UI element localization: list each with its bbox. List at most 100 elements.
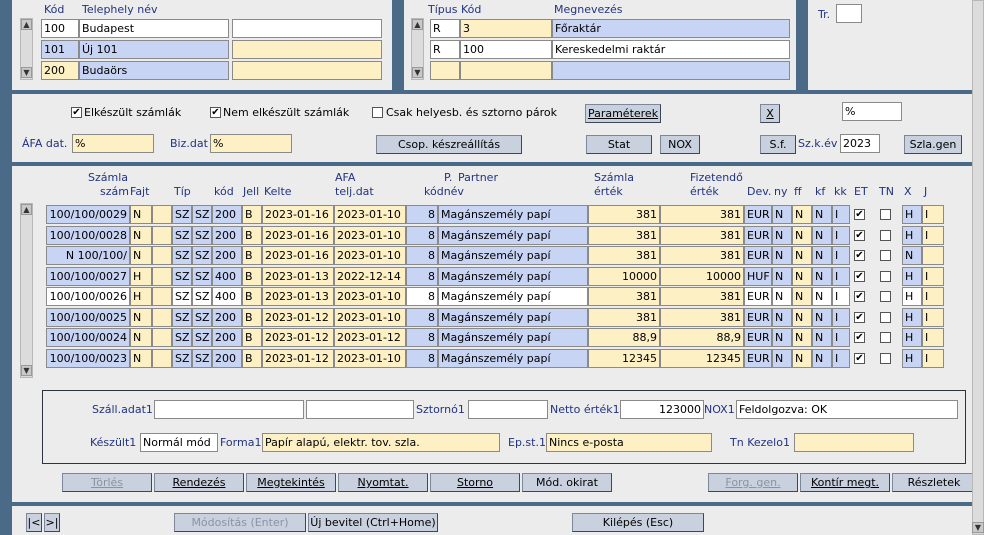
cell-j[interactable]: I	[922, 348, 944, 368]
szk-ev-input[interactable]: 2023	[840, 134, 880, 153]
site-extra-cell[interactable]	[232, 19, 382, 38]
cell-ertek[interactable]: 381	[588, 287, 660, 306]
nox-detail-value[interactable]: Feldolgozva: OK	[736, 400, 958, 419]
tn-checkbox[interactable]	[880, 332, 891, 343]
grid-scrollbar[interactable]	[20, 203, 33, 378]
cell-dev[interactable]: EUR	[744, 307, 772, 327]
cell-j[interactable]	[922, 246, 944, 265]
cell-p[interactable]: 8	[406, 328, 438, 347]
cell-ff[interactable]: N	[792, 287, 812, 306]
cell-kf[interactable]: N	[812, 348, 832, 368]
chevron-down-icon[interactable]: ▼	[412, 67, 423, 78]
cell-szam[interactable]: 100/100/0028	[46, 225, 130, 245]
cell-kk[interactable]: I	[832, 328, 850, 347]
cell-ff[interactable]: N	[792, 246, 812, 265]
cell-sz[interactable]: SZ	[192, 348, 212, 368]
cell-fajt[interactable]: H	[130, 266, 152, 286]
sztorno-input[interactable]	[468, 400, 548, 419]
kilepes-button[interactable]: Kilépés (Esc)	[572, 513, 704, 532]
cell-tip[interactable]: SZ	[172, 266, 192, 286]
cell-p[interactable]: 8	[406, 348, 438, 368]
cell-kod[interactable]: 200	[212, 348, 242, 368]
site-code-cell[interactable]: 100	[41, 19, 79, 38]
cell-telj[interactable]: 2023-01-10	[334, 225, 406, 245]
cell-j[interactable]: I	[922, 225, 944, 245]
cell-partner[interactable]: Magánszemély papí	[438, 205, 588, 224]
chevron-up-icon[interactable]: ▲	[21, 19, 32, 30]
et-checkbox[interactable]: ✔	[854, 291, 865, 302]
site-code-cell[interactable]: 200	[41, 61, 79, 80]
et-checkbox[interactable]: ✔	[854, 229, 865, 241]
netto-value[interactable]: 123000	[620, 400, 704, 419]
cell-ff[interactable]: N	[792, 266, 812, 286]
cell-fajt[interactable]: N	[130, 348, 152, 368]
cell-ertek[interactable]: 381	[588, 307, 660, 327]
cell-tip[interactable]: SZ	[172, 205, 192, 224]
cell-x[interactable]: H	[902, 225, 922, 245]
cell-f2[interactable]	[152, 328, 172, 347]
cell-ny[interactable]: N	[772, 246, 792, 265]
nox-button[interactable]: NOX	[660, 135, 700, 154]
cell-kod[interactable]: 200	[212, 307, 242, 327]
cell-ff[interactable]: N	[792, 205, 812, 224]
site-name-cell[interactable]: Budapest	[79, 19, 229, 38]
forg-gen-button[interactable]: Forg. gen.	[708, 473, 798, 492]
cell-ny[interactable]: N	[772, 205, 792, 224]
first-record-button[interactable]: |<	[26, 513, 42, 532]
cell-kf[interactable]: N	[812, 246, 832, 265]
modositas-button[interactable]: Módosítás (Enter)	[174, 513, 306, 532]
cell-dev[interactable]: EUR	[744, 225, 772, 245]
kontir-megt-button[interactable]: Kontír megt.	[800, 473, 890, 492]
site-name-cell[interactable]: Új 101	[79, 40, 229, 59]
cell-ff[interactable]: N	[792, 348, 812, 368]
cell-ertek[interactable]: 381	[588, 225, 660, 245]
cell-ff[interactable]: N	[792, 225, 812, 245]
site-extra-cell[interactable]	[232, 40, 382, 59]
cell-fajt[interactable]: N	[130, 246, 152, 265]
cell-kk[interactable]: I	[832, 225, 850, 245]
cell-partner[interactable]: Magánszemély papí	[438, 246, 588, 265]
chevron-up-icon[interactable]: ▲	[21, 204, 32, 215]
cell-x[interactable]: H	[902, 348, 922, 368]
cell-j[interactable]: I	[922, 287, 944, 306]
cell-ertek[interactable]: 88,9	[588, 328, 660, 347]
cell-kelte[interactable]: 2023-01-13	[262, 266, 334, 286]
cell-fiz[interactable]: 10000	[660, 266, 744, 286]
cell-telj[interactable]: 2022-12-14	[334, 266, 406, 286]
cell-szam[interactable]: 100/100/0024	[46, 328, 130, 347]
cell-f2[interactable]	[152, 246, 172, 265]
cell-kk[interactable]: I	[832, 348, 850, 368]
cell-fiz[interactable]: 88,9	[660, 328, 744, 347]
et-checkbox[interactable]: ✔	[854, 352, 865, 364]
uj-bevitel-button[interactable]: Új bevitel (Ctrl+Home)	[308, 513, 438, 532]
tn-checkbox[interactable]	[880, 250, 891, 261]
wh-type-cell[interactable]	[430, 61, 460, 80]
cell-fajt[interactable]: N	[130, 328, 152, 347]
cell-jell[interactable]: B	[242, 246, 262, 265]
cell-kk[interactable]: I	[832, 266, 850, 286]
cell-ny[interactable]: N	[772, 348, 792, 368]
cell-kod[interactable]: 200	[212, 225, 242, 245]
cell-sz[interactable]: SZ	[192, 266, 212, 286]
cell-kelte[interactable]: 2023-01-12	[262, 307, 334, 327]
cell-p[interactable]: 8	[406, 307, 438, 327]
storno-button[interactable]: Storno	[430, 473, 520, 492]
cell-dev[interactable]: HUF	[744, 266, 772, 286]
wh-type-cell[interactable]: R	[430, 19, 460, 38]
keszult-value[interactable]: Normál mód	[140, 433, 218, 452]
cell-fiz[interactable]: 381	[660, 246, 744, 265]
cell-kelte[interactable]: 2023-01-16	[262, 205, 334, 224]
cell-f2[interactable]	[152, 225, 172, 245]
wh-code-cell[interactable]: 3	[460, 19, 552, 38]
cell-f2[interactable]	[152, 205, 172, 224]
parameterek-button[interactable]: Paraméterek	[585, 104, 661, 123]
tn-kezelo-value[interactable]	[794, 433, 914, 452]
torles-button[interactable]: Törlés	[62, 473, 152, 492]
cell-kelte[interactable]: 2023-01-13	[262, 287, 334, 306]
nyomtat-button[interactable]: Nyomtat.	[338, 473, 428, 492]
cell-sz[interactable]: SZ	[192, 307, 212, 327]
csak-helyesb-checkbox[interactable]	[372, 107, 383, 118]
cell-tip[interactable]: SZ	[172, 225, 192, 245]
cell-telj[interactable]: 2023-01-10	[334, 307, 406, 327]
ep-st-value[interactable]: Nincs e-posta	[546, 433, 712, 452]
